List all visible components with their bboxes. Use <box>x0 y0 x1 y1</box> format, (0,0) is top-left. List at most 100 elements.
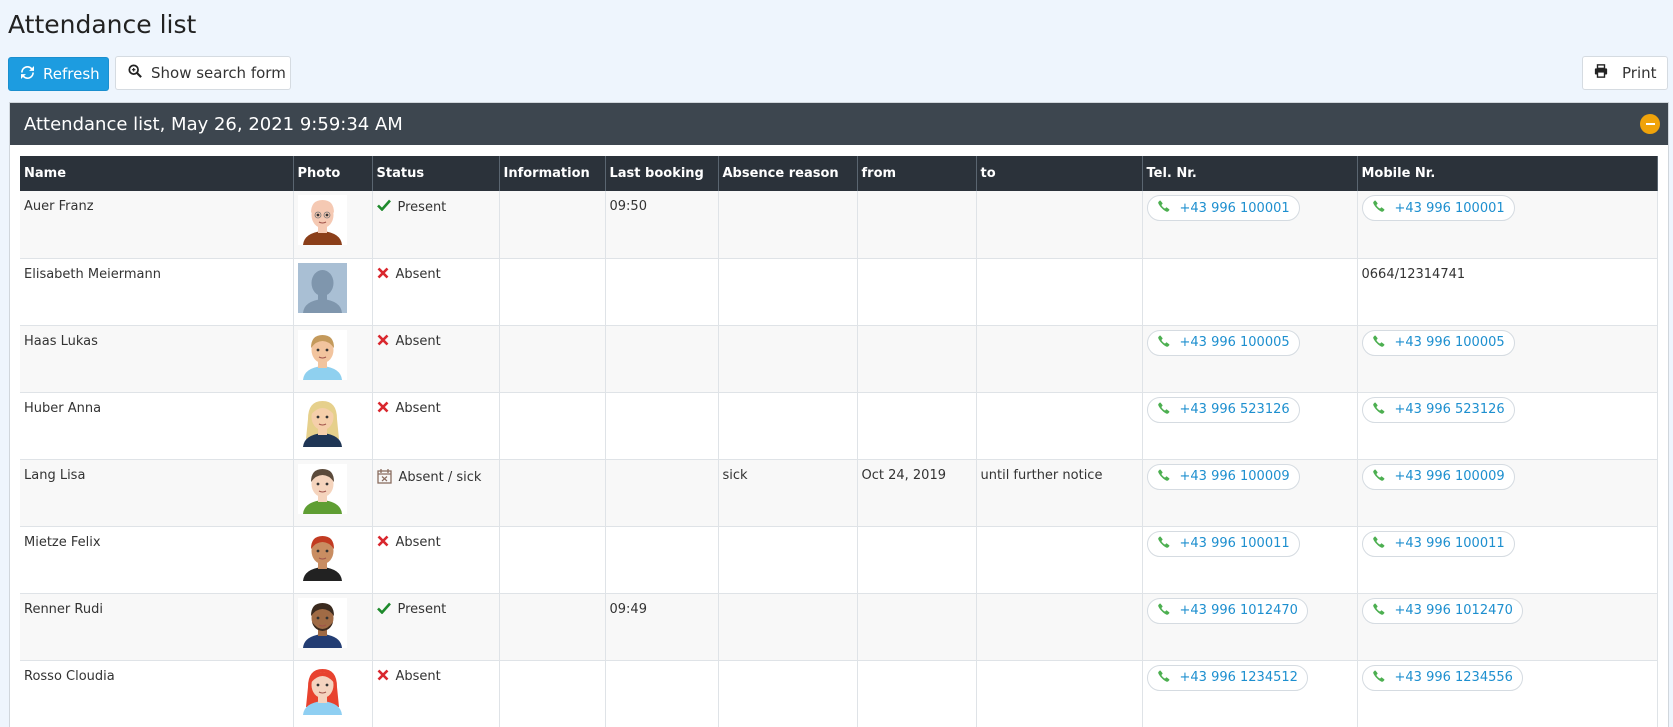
bearded-man-avatar <box>297 597 368 648</box>
status-label: Absent <box>395 669 441 684</box>
from-cell <box>857 191 977 259</box>
name-cell: Elisabeth Meiermann <box>20 258 294 326</box>
panel-header: Attendance list, May 26, 2021 9:59:34 AM <box>10 103 1668 145</box>
table-row[interactable]: Mietze Felix Absent +43 996 100011 +43 996 … <box>20 526 1658 594</box>
table-row[interactable]: Elisabeth Meiermann Absent 0664/12314741 <box>20 258 1658 326</box>
mobile-link[interactable]: +43 996 100009 <box>1361 463 1515 490</box>
col-header-information[interactable]: Information <box>499 156 606 191</box>
phone-icon <box>1372 468 1385 485</box>
col-header-status[interactable]: Status <box>372 156 500 191</box>
table-row[interactable]: Rosso Cloudia Absent +43 996 1234512 +43 99… <box>20 660 1658 727</box>
tel-cell: +43 996 523126 <box>1142 392 1358 460</box>
status-cell: Absent <box>372 526 500 594</box>
name-cell: Haas Lukas <box>20 325 294 393</box>
mobile-number: 0664/12314741 <box>1361 266 1466 282</box>
cross-icon <box>377 669 389 685</box>
col-header-name[interactable]: Name <box>20 156 294 191</box>
cross-icon <box>377 535 389 551</box>
from-cell <box>857 392 977 460</box>
show-search-form-button[interactable]: Show search form <box>115 56 291 90</box>
mobile-link[interactable]: +43 996 100001 <box>1361 195 1515 221</box>
phone-icon <box>1372 200 1385 216</box>
photo-cell <box>293 660 373 727</box>
table-row[interactable]: Lang Lisa Absent / sick sick Oct 24, 2019 un… <box>20 459 1658 527</box>
absence-reason-cell <box>718 258 858 326</box>
tel-link[interactable]: +43 996 1012470 <box>1146 597 1308 624</box>
mobile-link[interactable]: +43 996 100011 <box>1361 530 1515 557</box>
refresh-label: Refresh <box>43 65 100 83</box>
cross-icon <box>377 334 389 350</box>
name-cell: Rosso Cloudia <box>20 660 294 727</box>
photo-cell <box>293 459 373 527</box>
col-header-last-booking[interactable]: Last booking <box>605 156 719 191</box>
tel-number: +43 996 100005 <box>1179 335 1290 350</box>
phone-icon <box>1372 535 1385 552</box>
table-row[interactable]: Haas Lukas Absent +43 996 100005 +43 996 10… <box>20 325 1658 393</box>
col-header-mobile[interactable]: Mobile Nr. <box>1357 156 1658 191</box>
mobile-link[interactable]: +43 996 523126 <box>1361 396 1515 423</box>
col-header-tel[interactable]: Tel. Nr. <box>1142 156 1358 191</box>
last-booking-cell <box>605 459 719 527</box>
from-cell: Oct 24, 2019 <box>857 459 977 527</box>
information-cell <box>499 392 606 460</box>
status-cell: Present <box>372 593 500 661</box>
tel-link[interactable]: +43 996 100001 <box>1146 195 1300 221</box>
from-cell <box>857 526 977 594</box>
status-cell: Absent <box>372 392 500 460</box>
status-label: Absent <box>395 267 441 282</box>
tel-link[interactable]: +43 996 523126 <box>1146 396 1300 423</box>
information-cell <box>499 325 606 393</box>
phone-icon <box>1157 535 1170 552</box>
name-cell: Mietze Felix <box>20 526 294 594</box>
col-header-from[interactable]: from <box>857 156 977 191</box>
mobile-link[interactable]: +43 996 100005 <box>1361 329 1515 356</box>
phone-icon <box>1157 401 1170 418</box>
print-button[interactable]: Print <box>1582 56 1668 90</box>
status-label: Present <box>397 199 447 215</box>
tel-link[interactable]: +43 996 100011 <box>1146 530 1300 557</box>
refresh-button[interactable]: Refresh <box>8 57 109 91</box>
attendance-table: Name Photo Status Information Last booki… <box>20 156 1658 727</box>
absence-reason-cell: sick <box>718 459 858 527</box>
refresh-icon <box>21 65 34 83</box>
status-cell: Present <box>372 191 500 259</box>
information-cell <box>499 526 606 594</box>
col-header-to[interactable]: to <box>976 156 1143 191</box>
to-cell <box>976 526 1143 594</box>
printer-icon <box>1594 64 1608 82</box>
silhouette-avatar <box>297 262 368 313</box>
last-booking-cell: 09:50 <box>605 191 719 259</box>
tel-number: +43 996 100009 <box>1179 469 1290 484</box>
collapse-icon[interactable] <box>1640 114 1660 134</box>
information-cell <box>499 593 606 661</box>
mobile-link[interactable]: +43 996 1012470 <box>1361 597 1523 624</box>
to-cell <box>976 191 1143 259</box>
blonde-woman-avatar <box>297 396 368 447</box>
status-cell: Absent <box>372 325 500 393</box>
tel-link[interactable]: +43 996 100009 <box>1146 463 1300 490</box>
bald-man-avatar <box>297 195 368 245</box>
tel-number: +43 996 1234512 <box>1179 670 1298 685</box>
table-row[interactable]: Huber Anna Absent +43 996 523126 +43 996 52… <box>20 392 1658 460</box>
table-row[interactable]: Renner Rudi Present 09:49 +43 996 1012470 +4… <box>20 593 1658 661</box>
phone-icon <box>1372 401 1385 418</box>
table-row[interactable]: Auer Franz Present 09:50 +43 996 100001 +43 … <box>20 191 1658 259</box>
status-cell: Absent / sick <box>372 459 500 527</box>
tel-cell: +43 996 100001 <box>1142 191 1358 259</box>
mobile-link[interactable]: +43 996 1234556 <box>1361 664 1523 691</box>
mobile-number: +43 996 100001 <box>1394 200 1505 216</box>
phone-icon <box>1372 334 1385 351</box>
absence-reason-cell <box>718 325 858 393</box>
mobile-cell: +43 996 1012470 <box>1357 593 1658 661</box>
from-cell <box>857 593 977 661</box>
mobile-cell: +43 996 523126 <box>1357 392 1658 460</box>
sick-calendar-icon <box>376 468 392 488</box>
attendance-panel: Attendance list, May 26, 2021 9:59:34 AM… <box>9 102 1669 727</box>
col-header-absence-reason[interactable]: Absence reason <box>718 156 858 191</box>
name-cell: Huber Anna <box>20 392 294 460</box>
mobile-number: +43 996 100011 <box>1394 536 1505 551</box>
search-zoom-icon <box>128 64 142 82</box>
tel-link[interactable]: +43 996 1234512 <box>1146 664 1308 691</box>
tel-link[interactable]: +43 996 100005 <box>1146 329 1300 356</box>
photo-cell <box>293 325 373 393</box>
